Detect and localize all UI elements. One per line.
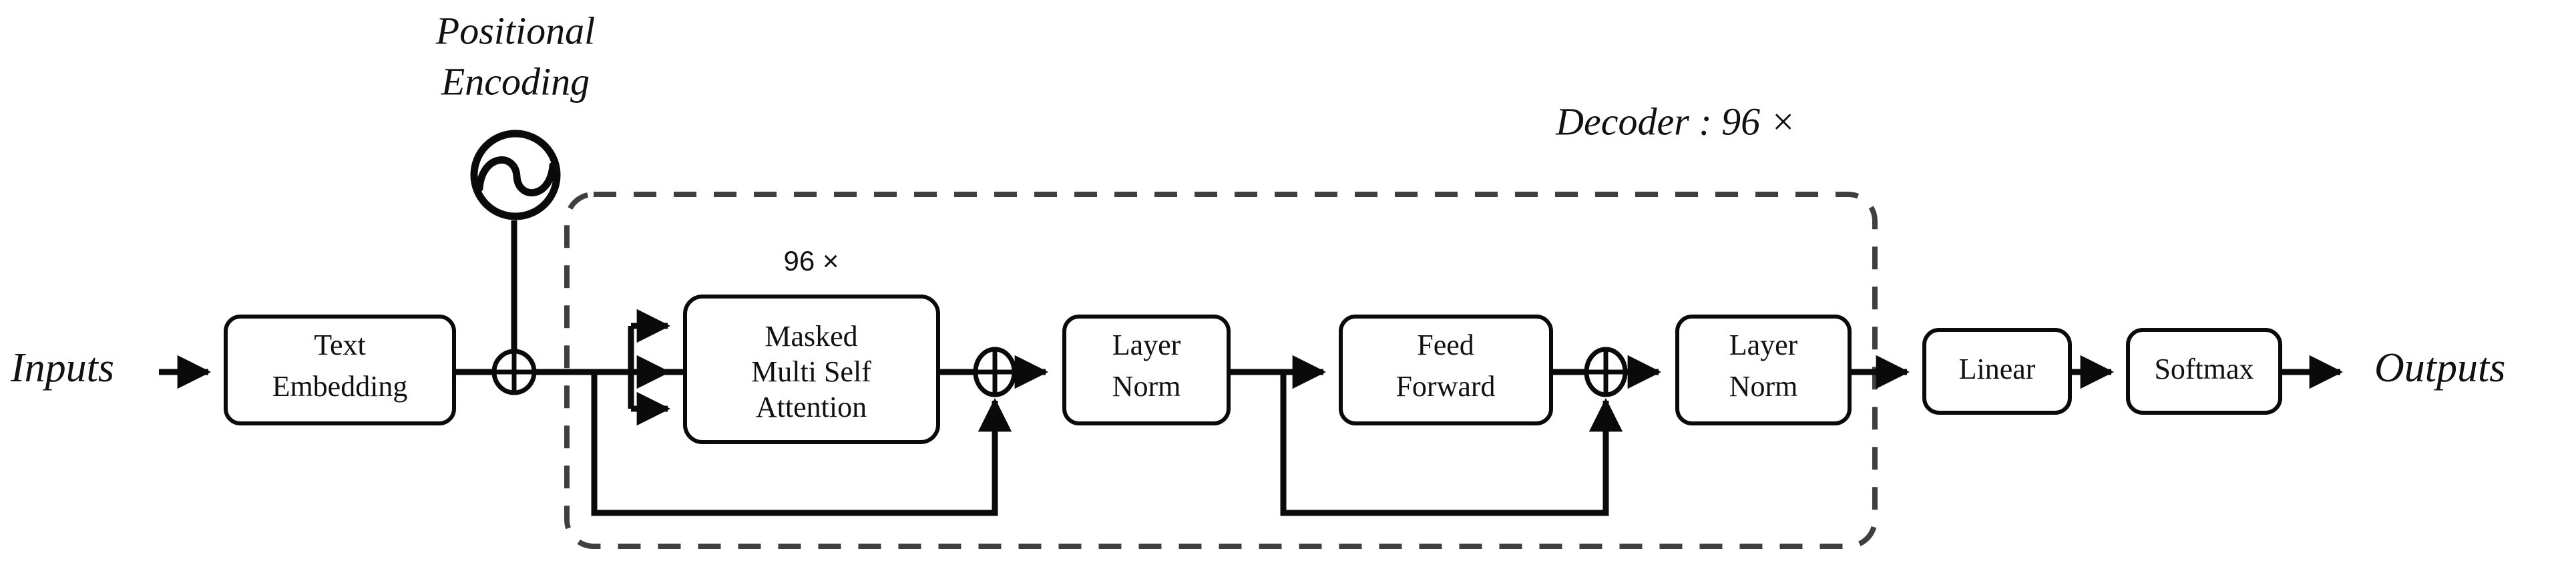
block-text-embedding-line-1: Text	[314, 329, 366, 361]
block-linear[interactable]: Linear	[1922, 328, 2072, 415]
block-layer-norm-1-line-1: Layer	[1112, 329, 1181, 361]
decoder-region-label: Decoder : 96 ×	[1555, 100, 1796, 143]
block-mmsa-line-1: Masked	[765, 320, 857, 353]
transformer-architecture-diagram: Text Embedding Masked Multi Self Attenti…	[0, 0, 2576, 565]
block-feed-forward-line-2: Forward	[1396, 370, 1495, 403]
add-operator-1	[491, 349, 537, 395]
add-operator-2	[973, 347, 1017, 397]
block-layer-norm-2[interactable]: Layer Norm	[1675, 315, 1852, 425]
block-masked-multi-self-attention[interactable]: Masked Multi Self Attention	[683, 295, 940, 444]
positional-encoding-label-line-1: Positional	[435, 9, 595, 52]
block-layer-norm-2-line-2: Norm	[1729, 370, 1798, 403]
positional-encoding-icon	[470, 130, 561, 220]
block-softmax-label: Softmax	[2154, 353, 2253, 385]
block-linear-label: Linear	[1959, 353, 2036, 385]
block-softmax[interactable]: Softmax	[2126, 328, 2282, 415]
block-mmsa-line-2: Multi Self	[751, 355, 871, 388]
block-layer-norm-1[interactable]: Layer Norm	[1062, 315, 1231, 425]
block-text-embedding-line-2: Embedding	[272, 370, 408, 403]
block-layer-norm-1-line-2: Norm	[1112, 370, 1181, 403]
block-mmsa-line-3: Attention	[756, 391, 867, 423]
block-feed-forward-line-1: Feed	[1417, 329, 1474, 361]
block-text-embedding[interactable]: Text Embedding	[224, 315, 456, 425]
diagram-canvas: Text Embedding Masked Multi Self Attenti…	[10, 9, 2505, 549]
positional-encoding-label-line-2: Encoding	[441, 59, 590, 103]
inputs-label: Inputs	[10, 345, 114, 391]
inner-repeat-label: 96 ×	[784, 245, 839, 276]
block-feed-forward[interactable]: Feed Forward	[1339, 315, 1553, 425]
outputs-label: Outputs	[2374, 345, 2505, 391]
block-layer-norm-2-line-1: Layer	[1729, 329, 1798, 361]
add-operator-3	[1584, 347, 1628, 397]
